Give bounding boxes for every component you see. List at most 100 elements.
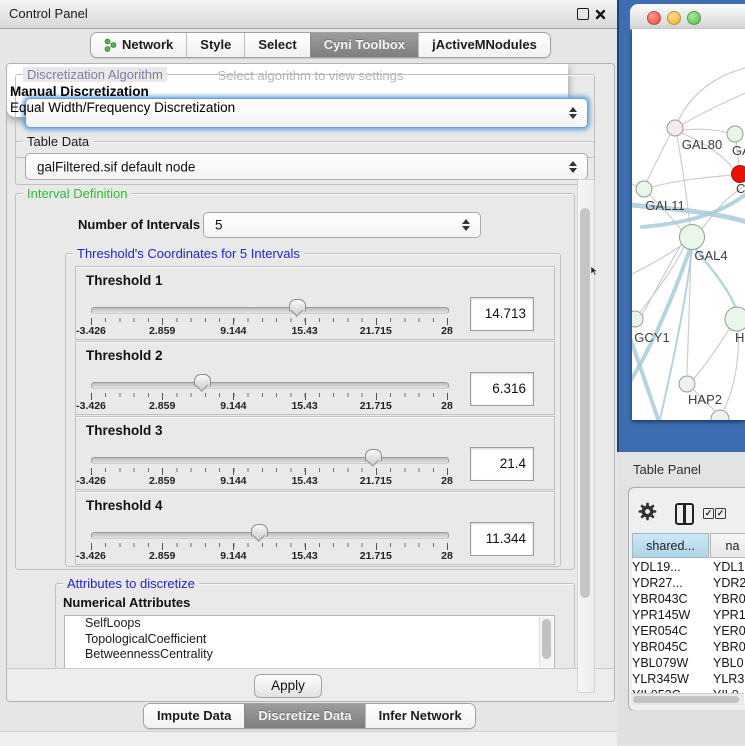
table-row[interactable]: YBR045C YBR0	[632, 639, 745, 655]
network-node-label: GAL80	[682, 137, 722, 152]
cell-shared-name[interactable]: YLR345W	[632, 671, 689, 687]
checkbox-icon[interactable]: ✓	[715, 508, 726, 519]
slider-major-tick	[233, 468, 234, 475]
attribute-list-item[interactable]: BetweennessCentrality	[65, 647, 554, 663]
table-row[interactable]: YER054C YER0	[632, 623, 745, 639]
cell-name[interactable]: YBR0	[713, 639, 745, 655]
gear-icon[interactable]	[638, 502, 657, 526]
network-node-label: H	[735, 330, 744, 345]
slider-tick-label: 2.859	[149, 550, 175, 562]
checkbox-icon[interactable]: ✓	[703, 508, 714, 519]
cell-shared-name[interactable]: YBL079W	[632, 655, 688, 671]
numerical-attributes-list[interactable]: SelfLoopsTopologicalCoefficientBetweenne…	[64, 615, 555, 669]
threshold-panel-4: Threshold 4-3.4262.8599.14415.4321.71528…	[75, 491, 555, 565]
cell-name[interactable]: YPR1	[713, 607, 745, 623]
table-row[interactable]: YDL19... YDL1	[632, 559, 745, 575]
zoom-light[interactable]	[687, 11, 701, 25]
cell-name[interactable]: YDL1	[713, 559, 744, 575]
slider-minor-ticks	[91, 318, 448, 322]
slider-major-tick	[305, 543, 306, 550]
scrollbar-thumb[interactable]	[633, 696, 739, 703]
table-row[interactable]: YDR27... YDR2	[632, 575, 745, 591]
tab-network[interactable]: Network	[91, 33, 186, 57]
panel-vertical-scrollbar[interactable]	[577, 179, 595, 693]
slider-major-tick	[233, 318, 234, 325]
column-header-name[interactable]: na	[710, 533, 745, 558]
dropdown-option-manual-discretization[interactable]: Manual Discretization	[10, 84, 611, 100]
threshold-value-field[interactable]: 6.316	[470, 372, 534, 406]
cell-shared-name[interactable]: YBR045C	[632, 639, 688, 655]
slider-major-tick	[376, 393, 377, 400]
network-window-titlebar[interactable]	[630, 4, 745, 30]
cell-name[interactable]: YBR0	[713, 591, 745, 607]
slider-track[interactable]	[91, 307, 449, 314]
number-of-intervals-label: Number of Intervals	[78, 217, 200, 232]
slider-tick-label: 2.859	[149, 475, 175, 487]
table-horizontal-scrollbar[interactable]	[631, 693, 744, 705]
threshold-value-field[interactable]: 11.344	[470, 522, 534, 556]
slider-tick-label: 9.144	[220, 400, 246, 412]
network-node[interactable]	[680, 225, 705, 250]
float-window-icon[interactable]	[577, 8, 589, 20]
slider-thumb[interactable]	[194, 374, 211, 387]
cell-name[interactable]: YDR2	[713, 575, 745, 591]
network-node[interactable]	[636, 181, 652, 197]
table-panel-header: Table Panel	[617, 452, 745, 486]
cell-shared-name[interactable]: YDR27...	[632, 575, 683, 591]
close-icon[interactable]	[595, 7, 606, 25]
dropdown-option-equal-width-frequency-discretization[interactable]: Equal Width/Frequency Discretization	[10, 100, 611, 116]
cell-name[interactable]: YER0	[713, 623, 745, 639]
network-node[interactable]	[725, 307, 745, 331]
tab-infer-network[interactable]: Infer Network	[365, 704, 475, 728]
network-node[interactable]	[632, 311, 643, 327]
network-node[interactable]	[711, 410, 729, 420]
tab-select[interactable]: Select	[244, 33, 309, 57]
slider-thumb[interactable]	[289, 299, 306, 312]
slider-track[interactable]	[91, 457, 449, 464]
cell-name[interactable]: YBL0	[713, 655, 744, 671]
slider-thumb[interactable]	[365, 449, 382, 462]
cell-name[interactable]: YLR3	[713, 671, 744, 687]
tab-impute-data[interactable]: Impute Data	[144, 704, 244, 728]
tab-jactivemnodules[interactable]: jActiveMNodules	[418, 33, 550, 57]
attributes-list-scrollbar[interactable]	[539, 617, 553, 667]
app-root: Control Panel NetworkStyleSelectCyni Too…	[0, 0, 745, 745]
column-header-shared-name[interactable]: shared...	[632, 533, 709, 558]
close-light[interactable]	[647, 11, 661, 25]
slider-tick-label: 21.715	[360, 325, 392, 337]
scrollbar-thumb[interactable]	[580, 208, 590, 598]
cell-shared-name[interactable]: YDL19...	[632, 559, 681, 575]
slider-major-tick	[162, 543, 163, 550]
table-row[interactable]: YBL079W YBL0	[632, 655, 745, 671]
network-node[interactable]	[679, 376, 695, 392]
network-view-window: GAL80GACGAL11GAL4GCY1HHAP2	[617, 0, 745, 452]
attribute-list-item[interactable]: TopologicalCoefficient	[65, 632, 554, 648]
slider-track[interactable]	[91, 532, 449, 539]
slider-thumb[interactable]	[251, 524, 268, 537]
number-of-intervals-combobox[interactable]: 5	[203, 212, 481, 238]
threshold-value-field[interactable]: 14.713	[470, 297, 534, 331]
table-data-combobox[interactable]: galFiltered.sif default node	[25, 153, 588, 180]
slider-tick-label: 28	[441, 325, 453, 337]
slider-track[interactable]	[91, 382, 449, 389]
network-canvas[interactable]: GAL80GACGAL11GAL4GCY1HHAP2	[632, 29, 745, 420]
cell-shared-name[interactable]: YER054C	[632, 623, 688, 639]
minimize-light[interactable]	[667, 11, 681, 25]
table-row[interactable]: YLR345W YLR3	[632, 671, 745, 687]
tab-label: Discretize Data	[258, 704, 351, 728]
network-node[interactable]	[732, 166, 745, 183]
tab-cyni-toolbox[interactable]: Cyni Toolbox	[310, 33, 418, 57]
attribute-list-item[interactable]: SelfLoops	[65, 616, 554, 632]
network-node[interactable]	[667, 120, 683, 136]
cell-shared-name[interactable]: YPR145W	[632, 607, 690, 623]
apply-button[interactable]: Apply	[254, 674, 322, 698]
slider-tick-label: 15.43	[291, 550, 317, 562]
columns-icon[interactable]	[675, 503, 694, 525]
cell-shared-name[interactable]: YBR043C	[632, 591, 688, 607]
table-row[interactable]: YBR043C YBR0	[632, 591, 745, 607]
tab-discretize-data[interactable]: Discretize Data	[244, 704, 364, 728]
threshold-value-field[interactable]: 21.4	[470, 447, 534, 481]
network-node[interactable]	[727, 126, 743, 142]
tab-style[interactable]: Style	[186, 33, 244, 57]
table-row[interactable]: YPR145W YPR1	[632, 607, 745, 623]
